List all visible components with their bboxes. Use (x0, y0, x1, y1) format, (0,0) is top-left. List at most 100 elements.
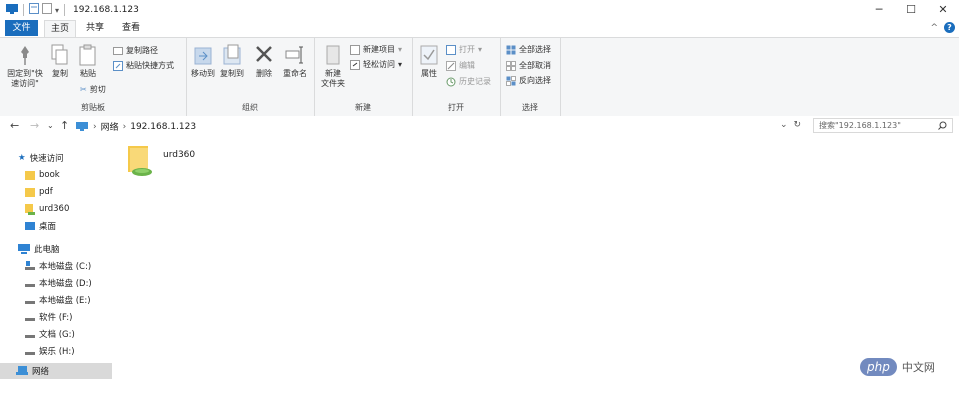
history-button[interactable]: 历史记录 (446, 76, 491, 87)
tab-share[interactable]: 共享 (80, 20, 110, 36)
drive-icon (25, 284, 35, 287)
copy-path-button[interactable]: 复制路径 (113, 45, 158, 56)
tab-view[interactable]: 查看 (116, 20, 146, 36)
address-bar[interactable]: › 网络 › 192.168.1.123 (74, 118, 810, 135)
nav-network[interactable]: 网络 (0, 363, 112, 379)
new-folder-label: 新建 文件夹 (321, 69, 345, 88)
organize-group-label: 组织 (242, 103, 258, 112)
copy-to-icon (223, 44, 241, 65)
refresh-icon[interactable]: ↻ (794, 120, 802, 130)
history-label: 历史记录 (459, 77, 491, 86)
list-item[interactable]: urd360 (126, 144, 206, 184)
new-folder-icon (326, 45, 340, 65)
collapse-ribbon-icon[interactable]: ^ (930, 23, 938, 33)
new-folder-button[interactable]: 新建 文件夹 (318, 44, 348, 89)
paste-label: 粘贴 (80, 69, 96, 78)
new-item-button[interactable]: 新建项目 ▾ (350, 44, 402, 55)
rename-button[interactable]: 重命名 (280, 44, 310, 79)
folder-icon (25, 188, 35, 197)
minimize-button[interactable]: ─ (863, 0, 895, 18)
nav-drive-g[interactable]: 文档 (G:) (25, 326, 112, 342)
tab-file[interactable]: 文件 (5, 20, 38, 36)
rename-icon (285, 46, 303, 64)
customize-quick-access-icon[interactable]: ▾ (55, 6, 59, 15)
nav-drive-h[interactable]: 娱乐 (H:) (25, 343, 112, 359)
paste-shortcut-button[interactable]: 粘贴快捷方式 (113, 60, 174, 71)
nav-this-pc[interactable]: 此电脑 (18, 241, 112, 257)
nav-drive-label: 文档 (G:) (39, 330, 75, 340)
paste-button[interactable]: 粘贴 (76, 44, 100, 79)
nav-item-label: pdf (39, 187, 53, 197)
php-logo: php (860, 358, 897, 376)
system-drive-icon (25, 261, 35, 270)
breadcrumb-network[interactable]: 网络 (101, 120, 119, 133)
breadcrumb-host[interactable]: 192.168.1.123 (130, 122, 196, 132)
maximize-button[interactable]: ☐ (895, 0, 927, 18)
delete-button[interactable]: 删除 (252, 44, 276, 79)
nav-item-desktop[interactable]: 桌面 (25, 218, 112, 234)
help-icon[interactable]: ? (944, 22, 955, 33)
nav-quick-access[interactable]: ★ 快速访问 (18, 150, 112, 166)
forward-arrow-icon[interactable]: → (30, 119, 39, 132)
select-group: 全部选择 全部取消 反向选择 选择 (500, 38, 561, 116)
copy-path-label: 复制路径 (126, 46, 158, 55)
select-all-button[interactable]: 全部选择 (506, 44, 551, 55)
nav-item-label: urd360 (39, 204, 70, 214)
nav-drive-label: 本地磁盘 (C:) (39, 262, 92, 272)
select-none-button[interactable]: 全部取消 (506, 60, 551, 71)
new-item-icon (350, 44, 360, 55)
open-icon (446, 44, 456, 55)
move-to-button[interactable]: 移动到 (190, 44, 216, 79)
nav-quick-access-label: 快速访问 (29, 154, 64, 164)
computer-icon (18, 244, 30, 254)
cut-button[interactable]: ✂ 剪切 (80, 84, 106, 95)
nav-drive-d[interactable]: 本地磁盘 (D:) (25, 275, 112, 291)
window-title: 192.168.1.123 (73, 5, 139, 15)
nav-item-pdf[interactable]: pdf (25, 184, 112, 200)
nav-network-label: 网络 (32, 367, 50, 377)
search-placeholder: 搜索"192.168.1.123" (819, 121, 901, 130)
tab-home[interactable]: 主页 (44, 20, 76, 37)
properties-label: 属性 (421, 69, 437, 78)
easy-access-button[interactable]: 轻松访问 ▾ (350, 59, 402, 70)
close-button[interactable]: ✕ (927, 0, 959, 18)
recent-locations-icon[interactable]: ⌄ (47, 121, 54, 130)
nav-drive-e[interactable]: 本地磁盘 (E:) (25, 292, 112, 308)
history-icon (446, 77, 456, 86)
nav-drive-label: 软件 (F:) (39, 313, 73, 323)
invert-selection-button[interactable]: 反向选择 (506, 75, 551, 86)
copy-to-button[interactable]: 复制到 (219, 44, 245, 79)
navigation-pane: ★ 快速访问 book pdf urd360 桌面 此电脑 本地磁盘 (C:) … (0, 146, 113, 386)
paste-shortcut-icon (113, 60, 123, 71)
properties-button[interactable]: 属性 (416, 44, 442, 79)
explorer-app-icon[interactable] (6, 3, 18, 17)
divider (23, 4, 24, 16)
watermark: php 中文网 (860, 358, 935, 376)
search-input[interactable]: 搜索"192.168.1.123" (813, 118, 953, 133)
network-icon (16, 366, 28, 375)
nav-drive-f[interactable]: 软件 (F:) (25, 309, 112, 325)
invert-selection-label: 反向选择 (519, 76, 551, 85)
search-icon (938, 121, 947, 132)
nav-drive-label: 娱乐 (H:) (39, 347, 75, 357)
copy-label: 复制 (52, 69, 68, 78)
pin-quick-access-button[interactable]: 固定到"快 速访问" (4, 44, 46, 89)
nav-drive-c[interactable]: 本地磁盘 (C:) (25, 258, 112, 274)
nav-this-pc-label: 此电脑 (34, 245, 60, 255)
address-dropdown-icon[interactable]: ⌄ (780, 120, 788, 130)
up-arrow-icon[interactable]: ↑ (60, 119, 69, 132)
new-folder-quick-icon[interactable] (42, 3, 52, 17)
nav-item-urd360[interactable]: urd360 (25, 201, 112, 217)
copy-button[interactable]: 复制 (48, 44, 72, 79)
back-arrow-icon[interactable]: ← (10, 119, 19, 132)
properties-quick-icon[interactable] (29, 3, 39, 17)
shared-folder-icon (128, 146, 152, 176)
nav-item-book[interactable]: book (25, 167, 112, 183)
ribbon: 固定到"快 速访问" 复制 粘贴 复制路径 粘贴快捷方式 ✂ 剪切 剪贴板 移动到 (0, 37, 959, 117)
new-group-label: 新建 (355, 103, 371, 112)
star-icon: ★ (18, 153, 26, 163)
open-button[interactable]: 打开 ▾ (446, 44, 482, 55)
edit-button[interactable]: 编辑 (446, 60, 475, 71)
select-none-icon (506, 60, 516, 71)
new-item-label: 新建项目 (363, 45, 395, 54)
